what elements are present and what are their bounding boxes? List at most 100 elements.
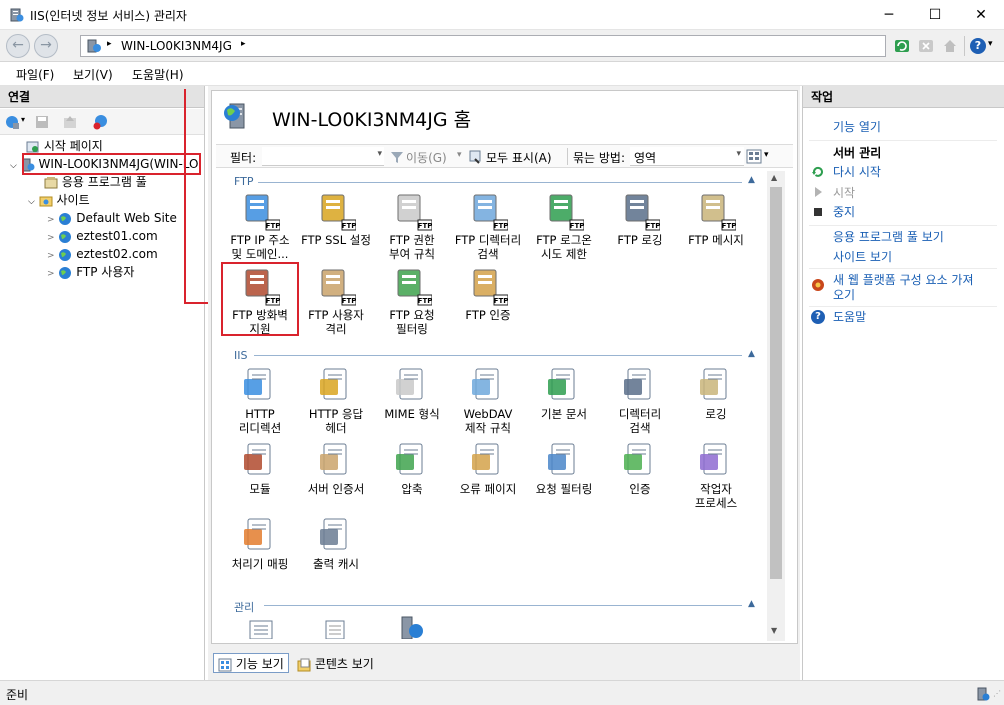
annotation-line-vertical (184, 89, 186, 303)
action-view-sites[interactable]: 사이트 보기 (833, 249, 892, 265)
feature-ftp-권한-부여-규칙[interactable]: FTP FTP 권한 부여 규칙 (374, 191, 450, 261)
feature-ftp-사용자-격리[interactable]: FTP FTP 사용자 격리 (298, 266, 374, 336)
resize-grip-icon[interactable]: ⋰ (993, 689, 1001, 698)
scroll-up-icon[interactable]: ▲ (771, 173, 777, 182)
tree-item-site[interactable]: > eztest01.com (47, 227, 158, 245)
feature-label-line1: 로깅 (705, 407, 727, 421)
feature-출력-캐시[interactable]: 출력 캐시 (298, 515, 374, 571)
tab-content-view[interactable]: 콘텐츠 보기 (292, 653, 379, 673)
help-dropdown-icon[interactable]: ▾ (988, 39, 993, 49)
feature-인증[interactable]: 인증 (602, 440, 678, 496)
breadcrumb-server[interactable]: WIN-LO0KI3NM4JG (121, 39, 232, 53)
address-field[interactable]: ▸ WIN-LO0KI3NM4JG ▸ (80, 35, 886, 57)
feature-서버-인증서[interactable]: 서버 인증서 (298, 440, 374, 496)
expand-chevron-icon[interactable]: > (47, 251, 55, 261)
filter-dropdown-icon[interactable]: ▾ (377, 149, 382, 159)
feature-기본-문서[interactable]: 기본 문서 (526, 365, 602, 421)
section-collapse-icon[interactable]: ▲ (748, 599, 755, 609)
back-button[interactable]: ← (6, 34, 30, 58)
scroll-down-icon[interactable]: ▼ (771, 626, 777, 635)
feature-ftp-로깅[interactable]: FTP FTP 로깅 (602, 191, 678, 247)
feature-http-응답-헤더[interactable]: HTTP 응답 헤더 (298, 365, 374, 435)
action-stop[interactable]: 중지 (833, 204, 855, 220)
expand-chevron-icon[interactable]: > (47, 215, 55, 225)
action-get-web-platform-line2[interactable]: 오기 (833, 287, 855, 303)
action-restart[interactable]: 다시 시작 (833, 164, 881, 180)
section-collapse-icon[interactable]: ▲ (748, 349, 755, 359)
funnel-icon[interactable] (390, 150, 404, 164)
feature-http-리디렉션[interactable]: HTTP 리디렉션 (222, 365, 298, 435)
feature-ftp-인증-icon: FTP (468, 266, 509, 306)
tree-item-site[interactable]: > Default Web Site (47, 209, 177, 227)
collapse-chevron-icon[interactable]: ⌵ (28, 197, 35, 207)
action-view-app-pools[interactable]: 응용 프로그램 풀 보기 (833, 229, 944, 245)
action-help[interactable]: 도움말 (833, 309, 866, 325)
connect-icon[interactable] (4, 114, 20, 130)
help-icon[interactable]: ? (970, 38, 986, 54)
disconnect-icon[interactable] (92, 114, 108, 130)
feature-ftp-요청-필터링[interactable]: FTP FTP 요청 필터링 (374, 266, 450, 336)
action-open-feature[interactable]: 기능 열기 (833, 119, 881, 135)
up-level-icon[interactable] (62, 114, 78, 130)
section-collapse-icon[interactable]: ▲ (748, 175, 755, 185)
breadcrumb-expand-icon[interactable]: ▸ (241, 39, 246, 49)
action-start[interactable]: 시작 (833, 184, 855, 201)
feature-ftp-메시지[interactable]: FTP FTP 메시지 (678, 191, 754, 247)
refresh-icon[interactable] (894, 38, 910, 54)
configuration-editor-icon[interactable] (246, 619, 276, 639)
tree-item-sites[interactable]: ⌵ 사이트 (28, 191, 90, 209)
feature-delegation-icon[interactable] (320, 619, 350, 639)
select-dropdown-icon[interactable]: ▾ (736, 149, 741, 159)
collapse-chevron-icon[interactable]: ⌵ (10, 161, 17, 171)
feature-webdav-제작-규칙[interactable]: WebDAV 제작 규칙 (450, 365, 526, 435)
stop-icon[interactable] (918, 38, 934, 54)
feature-label-line2: 프로세스 (694, 496, 738, 510)
minimize-button[interactable]: ─ (866, 0, 912, 30)
save-icon[interactable] (34, 114, 50, 130)
view-mode-icon[interactable] (746, 149, 762, 164)
tab-features-view[interactable]: 기능 보기 (213, 653, 289, 673)
feature-압축[interactable]: 압축 (374, 440, 450, 496)
feature-오류-페이지[interactable]: 오류 페이지 (450, 440, 526, 496)
scrollbar[interactable]: ▲ ▼ (767, 171, 785, 641)
view-mode-dropdown-icon[interactable]: ▾ (764, 150, 769, 160)
expand-chevron-icon[interactable]: > (47, 269, 55, 279)
menu-file[interactable]: 파일(F) (16, 66, 54, 83)
feature-ftp-인증[interactable]: FTP FTP 인증 (450, 266, 526, 322)
feature-mime-형식[interactable]: MIME 형식 (374, 365, 450, 421)
tree-item-site[interactable]: > eztest02.com (47, 245, 158, 263)
group-by-select[interactable]: 영역 ▾ (630, 147, 744, 166)
feature-처리기-매핑[interactable]: 처리기 매핑 (222, 515, 298, 571)
shared-configuration-icon[interactable] (394, 615, 428, 639)
tree-item-app-pools[interactable]: 응용 프로그램 풀 (44, 173, 147, 191)
connect-dropdown-icon[interactable]: ▾ (21, 115, 25, 124)
feature-ftp-로그온-시도-제한[interactable]: FTP FTP 로그온 시도 제한 (526, 191, 602, 261)
menu-help[interactable]: 도움말(H) (132, 66, 184, 83)
feature-ftp-ip-주소-및-도메인[interactable]: FTP FTP IP 주소 및 도메인... (222, 191, 298, 261)
svg-text:FTP: FTP (342, 222, 356, 230)
home-icon[interactable] (942, 38, 958, 54)
globe-icon (59, 212, 72, 225)
forward-button[interactable]: → (34, 34, 58, 58)
go-dropdown-icon[interactable]: ▾ (457, 150, 462, 160)
feature-작업자-프로세스[interactable]: 작업자 프로세스 (678, 440, 754, 510)
feature-요청-필터링[interactable]: 요청 필터링 (526, 440, 602, 496)
tree-item-site[interactable]: > FTP 사용자 (47, 263, 134, 281)
feature-ftp-디렉터리-검색[interactable]: FTP FTP 디렉터리 검색 (450, 191, 526, 261)
menu-view[interactable]: 보기(V) (73, 66, 113, 83)
feature-디렉터리-검색[interactable]: 디렉터리 검색 (602, 365, 678, 435)
expand-chevron-icon[interactable]: > (47, 233, 55, 243)
maximize-button[interactable]: ☐ (912, 0, 958, 30)
feature-ftp-ssl-설정[interactable]: FTP FTP SSL 설정 (298, 191, 374, 247)
go-button[interactable]: 이동(G) (406, 149, 447, 166)
feature-모듈[interactable]: 모듈 (222, 440, 298, 496)
filter-input[interactable]: ▾ (262, 147, 384, 166)
action-get-web-platform-line1[interactable]: 새 웹 플랫폼 구성 요소 가져 (833, 272, 974, 288)
show-all-button[interactable]: 모두 표시(A) (486, 149, 552, 166)
feature-로깅[interactable]: 로깅 (678, 365, 754, 421)
feature-label-line1: 압축 (401, 482, 423, 496)
close-button[interactable]: ✕ (958, 0, 1004, 30)
svg-text:FTP: FTP (494, 297, 508, 305)
svg-text:FTP: FTP (646, 222, 660, 230)
scrollbar-thumb[interactable] (770, 187, 782, 579)
